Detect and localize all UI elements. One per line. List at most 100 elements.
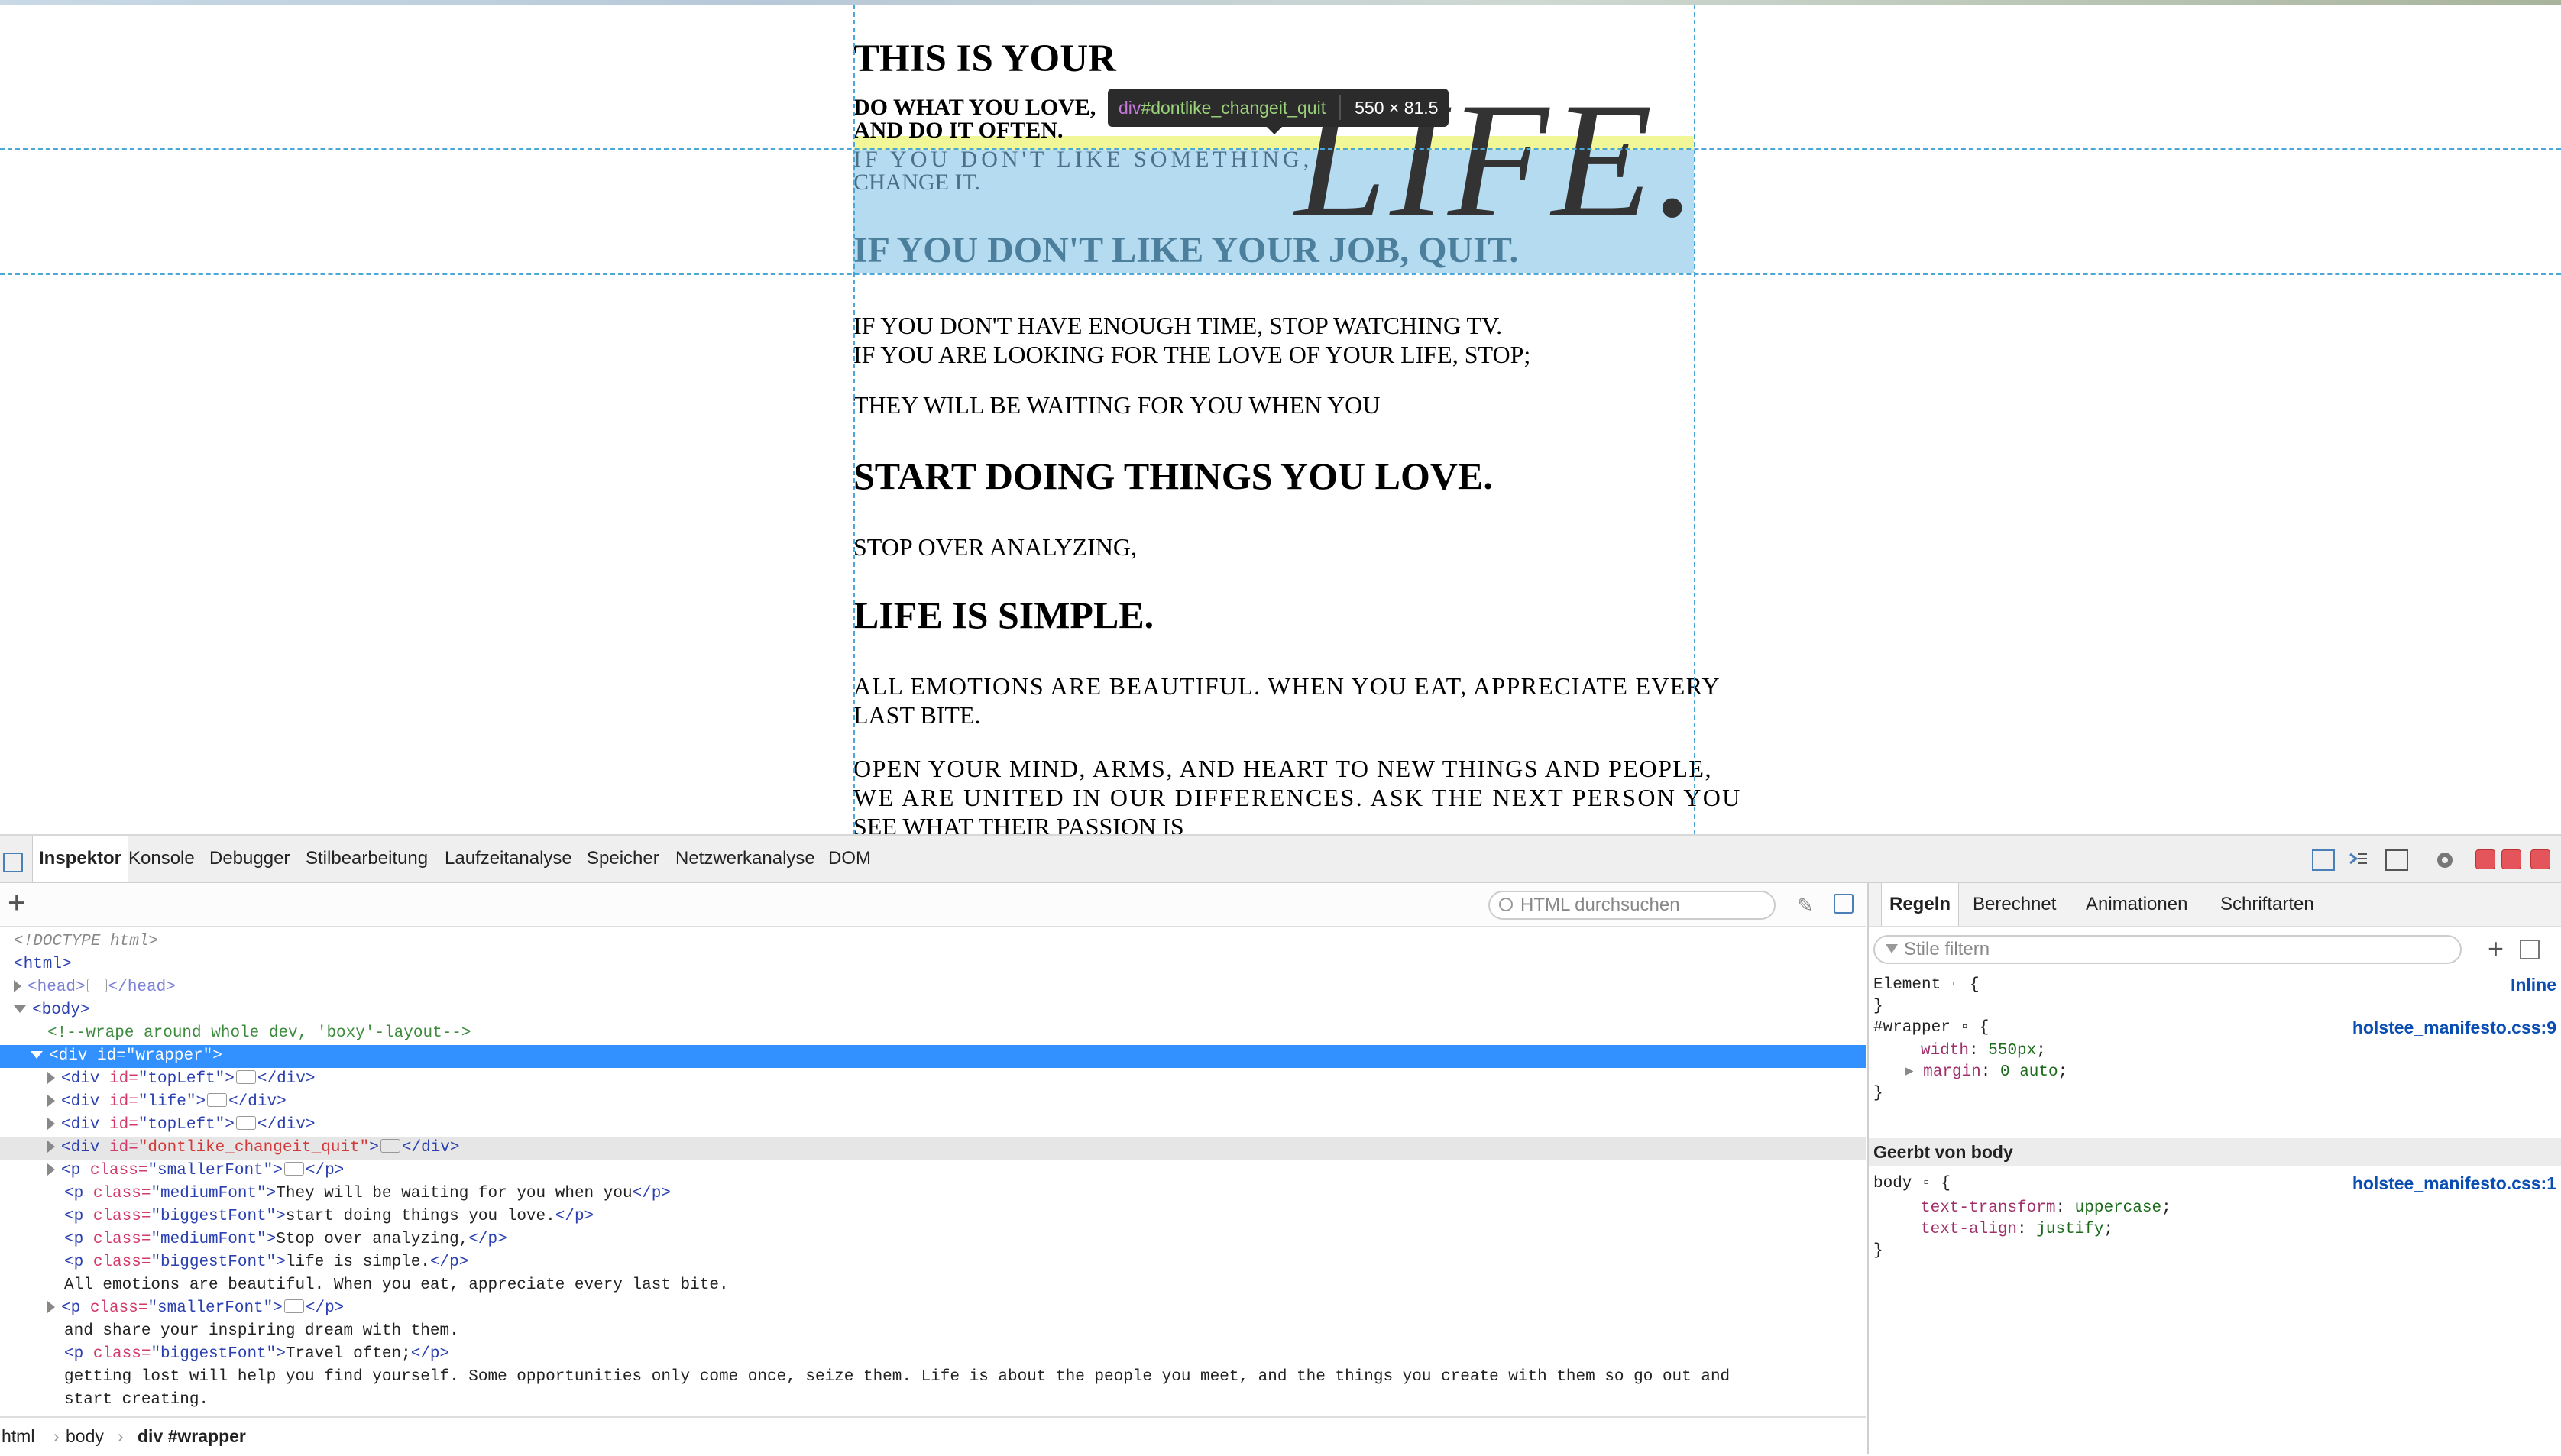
text-change-it: CHANGE IT. — [853, 170, 981, 195]
tab-laufzeitanalyse[interactable]: Laufzeitanalyse — [445, 836, 572, 882]
property-name: width — [1921, 1042, 1970, 1060]
tree-row[interactable]: <div id="life"> </div> — [0, 1091, 1866, 1114]
rule-element-source[interactable]: Inline — [2511, 975, 2556, 995]
tree-row[interactable]: <p class="smallerFont"> </p> — [0, 1160, 1866, 1183]
collapse-arrow-icon[interactable] — [14, 1005, 26, 1013]
rule-body-source[interactable]: holstee_manifesto.css:1 — [2352, 1173, 2556, 1194]
tree-row[interactable]: <p class="mediumFont">They will be waiti… — [0, 1183, 1866, 1205]
breadcrumb-wrapper[interactable]: div #wrapper — [138, 1418, 246, 1454]
tree-row[interactable]: getting lost will help you find yourself… — [0, 1366, 1866, 1389]
responsive-design-icon[interactable] — [2385, 849, 2408, 871]
tab-inspektor[interactable]: Inspektor — [32, 836, 129, 882]
add-rule-icon[interactable]: + — [2488, 932, 2504, 966]
text-last-bite: LAST BITE. — [853, 701, 981, 729]
expand-arrow-icon[interactable] — [47, 1301, 55, 1313]
ellipsis-icon[interactable] — [86, 979, 107, 992]
tree-row[interactable]: <div id="topLeft"> </div> — [0, 1068, 1866, 1091]
attr-value: "topLeft" — [138, 1116, 225, 1134]
ellipsis-icon[interactable] — [235, 1070, 256, 1084]
declaration[interactable]: text-transform: uppercase; — [1921, 1198, 2171, 1219]
eyedropper-icon[interactable]: ✎ — [1797, 894, 1814, 917]
tab-berechnet[interactable]: Berechnet — [1973, 883, 2056, 926]
tooltip-size: 550 × 81.5 — [1355, 97, 1439, 118]
tab-debugger[interactable]: Debugger — [209, 836, 290, 882]
tab-netzwerkanalyse[interactable]: Netzwerkanalyse — [675, 836, 815, 882]
ellipsis-icon[interactable] — [235, 1116, 256, 1130]
toggle-classes-icon[interactable] — [2520, 940, 2540, 959]
ellipsis-icon[interactable] — [283, 1299, 304, 1313]
tree-row[interactable]: <html> — [0, 953, 1866, 976]
selector-text: #wrapper — [1873, 1019, 1951, 1037]
body-node: <body> — [32, 1001, 90, 1019]
text-all-emotions: ALL EMOTIONS ARE BEAUTIFUL. WHEN YOU EAT… — [853, 672, 1721, 700]
expand-arrow-icon[interactable] — [14, 980, 21, 992]
text-stop-over-analyzing: STOP OVER ANALYZING, — [853, 533, 1138, 561]
tree-row[interactable]: <div id="topLeft"> </div> — [0, 1114, 1866, 1137]
rule-element-selector[interactable]: Element ▫ { — [1873, 975, 1980, 996]
expand-arrow-icon[interactable] — [47, 1163, 55, 1176]
tree-row[interactable]: <p class="mediumFont">Stop over analyzin… — [0, 1228, 1866, 1251]
property-name: text-transform — [1921, 1199, 2056, 1217]
expand-arrow-icon[interactable] — [47, 1072, 55, 1084]
dock-icon[interactable] — [2475, 849, 2495, 869]
breadcrumb-html[interactable]: html — [2, 1418, 34, 1454]
declaration[interactable]: text-align: justify; — [1921, 1219, 2113, 1241]
tree-row[interactable]: <p class="biggestFont">life is simple.</… — [0, 1251, 1866, 1274]
tree-row[interactable]: start creating. — [0, 1389, 1866, 1412]
tab-konsole[interactable]: Konsole — [128, 836, 195, 882]
text-do-what-you-love: DO WHAT YOU LOVE, — [853, 95, 1096, 120]
tree-row[interactable]: <p class="smallerFont"> </p> — [0, 1297, 1866, 1320]
rule-wrapper-source[interactable]: holstee_manifesto.css:9 — [2352, 1018, 2556, 1038]
tree-row[interactable]: <p class="biggestFont">Travel often;</p> — [0, 1343, 1866, 1366]
text-node: All emotions are beautiful. When you eat… — [64, 1276, 729, 1294]
tree-row[interactable]: and share your inspiring dream with them… — [0, 1320, 1866, 1343]
expand-arrow-icon[interactable] — [47, 1141, 55, 1153]
text-and-do-it-often: AND DO IT OFTEN. — [853, 118, 1064, 143]
page-viewport[interactable]: THIS IS YOUR DO WHAT YOU LOVE, AND DO IT… — [0, 5, 2561, 834]
breadcrumb-body[interactable]: body — [66, 1418, 104, 1454]
ellipsis-icon[interactable] — [283, 1162, 304, 1176]
tree-row[interactable]: <body> — [0, 999, 1866, 1022]
attr-value: "life" — [138, 1093, 196, 1111]
tab-dom[interactable]: DOM — [828, 836, 871, 882]
undock-icon[interactable] — [2501, 849, 2521, 869]
declaration[interactable]: width: 550px; — [1921, 1040, 2046, 1062]
tab-animationen[interactable]: Animationen — [2086, 883, 2187, 926]
tab-regeln[interactable]: Regeln — [1881, 883, 1960, 926]
gear-icon[interactable] — [2434, 849, 2454, 868]
split-console-icon[interactable] — [2349, 849, 2368, 868]
element-picker-icon[interactable] — [3, 853, 23, 872]
layout-toggle-icon[interactable] — [2312, 849, 2335, 871]
tab-stilbearbeitung[interactable]: Stilbearbeitung — [306, 836, 428, 882]
close-icon[interactable] — [2530, 849, 2550, 869]
style-filter-input[interactable]: Stile filtern — [1873, 935, 2462, 964]
attr-name: id= — [97, 1047, 126, 1065]
tab-schriftarten[interactable]: Schriftarten — [2220, 883, 2314, 926]
rule-close-brace: } — [1873, 1085, 1883, 1102]
tree-row[interactable]: <!--wrape around whole dev, 'boxy'-layou… — [0, 1022, 1866, 1045]
expand-arrow-icon[interactable] — [47, 1118, 55, 1130]
text-stop-watching-tv: IF YOU DON'T HAVE ENOUGH TIME, STOP WATC… — [853, 312, 1503, 339]
ellipsis-icon[interactable] — [380, 1139, 400, 1153]
ellipsis-icon[interactable] — [207, 1093, 228, 1107]
tree-row[interactable]: <head> </head> — [0, 976, 1866, 999]
expand-arrow-icon[interactable] — [47, 1095, 55, 1107]
rule-wrapper-selector[interactable]: #wrapper ▫ { — [1873, 1018, 1989, 1039]
html-search-input[interactable]: HTML durchsuchen — [1488, 891, 1776, 920]
tree-row[interactable]: <p class="biggestFont">start doing thing… — [0, 1205, 1866, 1228]
attr-value: "topLeft" — [138, 1070, 225, 1088]
screenshot-node-icon[interactable] — [1834, 894, 1854, 914]
tree-row[interactable]: <!DOCTYPE html> — [0, 930, 1866, 953]
guide-bottom — [0, 273, 2561, 275]
declaration[interactable]: ▸ margin: 0 auto; — [1905, 1062, 2067, 1083]
tree-row[interactable]: All emotions are beautiful. When you eat… — [0, 1274, 1866, 1297]
text-united: WE ARE UNITED IN OUR DIFFERENCES. ASK TH… — [853, 784, 1742, 811]
tab-speicher[interactable]: Speicher — [587, 836, 659, 882]
tree-row-hovered[interactable]: <div id="dontlike_changeit_quit"> </div> — [0, 1137, 1866, 1160]
rule-body-selector[interactable]: body ▫ { — [1873, 1173, 1951, 1195]
add-node-icon[interactable]: + — [8, 886, 25, 920]
breadcrumb: html › body › div #wrapper — [0, 1416, 1866, 1456]
tree-row-selected[interactable]: <div id="wrapper"> — [0, 1045, 1866, 1068]
expand-arrow-icon[interactable]: ▸ — [1905, 1063, 1914, 1081]
collapse-arrow-icon[interactable] — [31, 1051, 43, 1059]
